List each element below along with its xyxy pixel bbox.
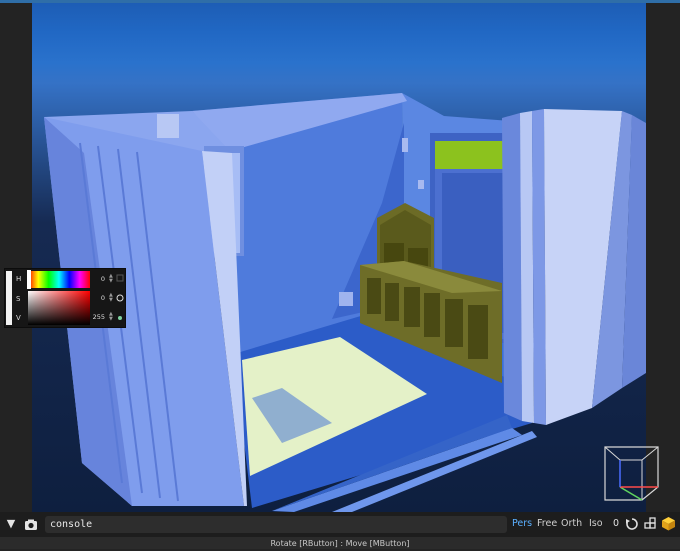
mode-pers[interactable]: Pers xyxy=(512,518,532,529)
status-bar: Rotate [RButton] : Move [MButton] xyxy=(0,537,680,549)
dot-icon[interactable] xyxy=(116,314,124,322)
console-input[interactable] xyxy=(45,516,507,533)
right-panel xyxy=(646,3,680,512)
camera-icon[interactable] xyxy=(23,517,39,533)
3d-viewport[interactable] xyxy=(32,3,646,512)
status-text: Rotate [RButton] : Move [MButton] xyxy=(270,539,410,548)
mode-free[interactable]: Free xyxy=(537,518,557,529)
chevron-down-icon[interactable]: ▼ xyxy=(3,516,19,532)
saturation-value-area[interactable] xyxy=(28,291,90,325)
mode-orth[interactable]: Orth xyxy=(561,518,582,529)
hue-spinner[interactable]: ▲ ▼ xyxy=(109,274,113,284)
color-picker[interactable]: H S V 0 0 255 ▲ ▼ ▲ ▼ ▲ ▼ xyxy=(4,268,126,328)
grid-icon[interactable] xyxy=(116,274,124,282)
saturation-value[interactable]: 0 xyxy=(91,294,105,302)
value-spinner[interactable]: ▲ ▼ xyxy=(109,312,113,322)
hue-slider[interactable] xyxy=(27,270,90,289)
value-value[interactable]: 255 xyxy=(91,313,105,321)
grid-split-icon[interactable] xyxy=(644,517,657,530)
hue-label: H xyxy=(16,275,22,283)
hue-knob[interactable] xyxy=(27,270,31,289)
left-panel xyxy=(0,3,32,512)
saturation-spinner[interactable]: ▲ ▼ xyxy=(109,293,113,303)
color-swatch[interactable] xyxy=(6,271,12,325)
saturation-label: S xyxy=(16,295,21,303)
room-render xyxy=(44,93,646,512)
mode-iso[interactable]: Iso xyxy=(589,518,603,529)
hue-value[interactable]: 0 xyxy=(91,275,105,283)
counter-value: 0 xyxy=(613,518,620,529)
cube-icon[interactable] xyxy=(661,516,676,531)
reset-rotate-icon[interactable] xyxy=(625,517,639,531)
value-label: V xyxy=(16,314,21,322)
view-cube[interactable] xyxy=(600,442,664,504)
circle-icon[interactable] xyxy=(116,294,124,302)
